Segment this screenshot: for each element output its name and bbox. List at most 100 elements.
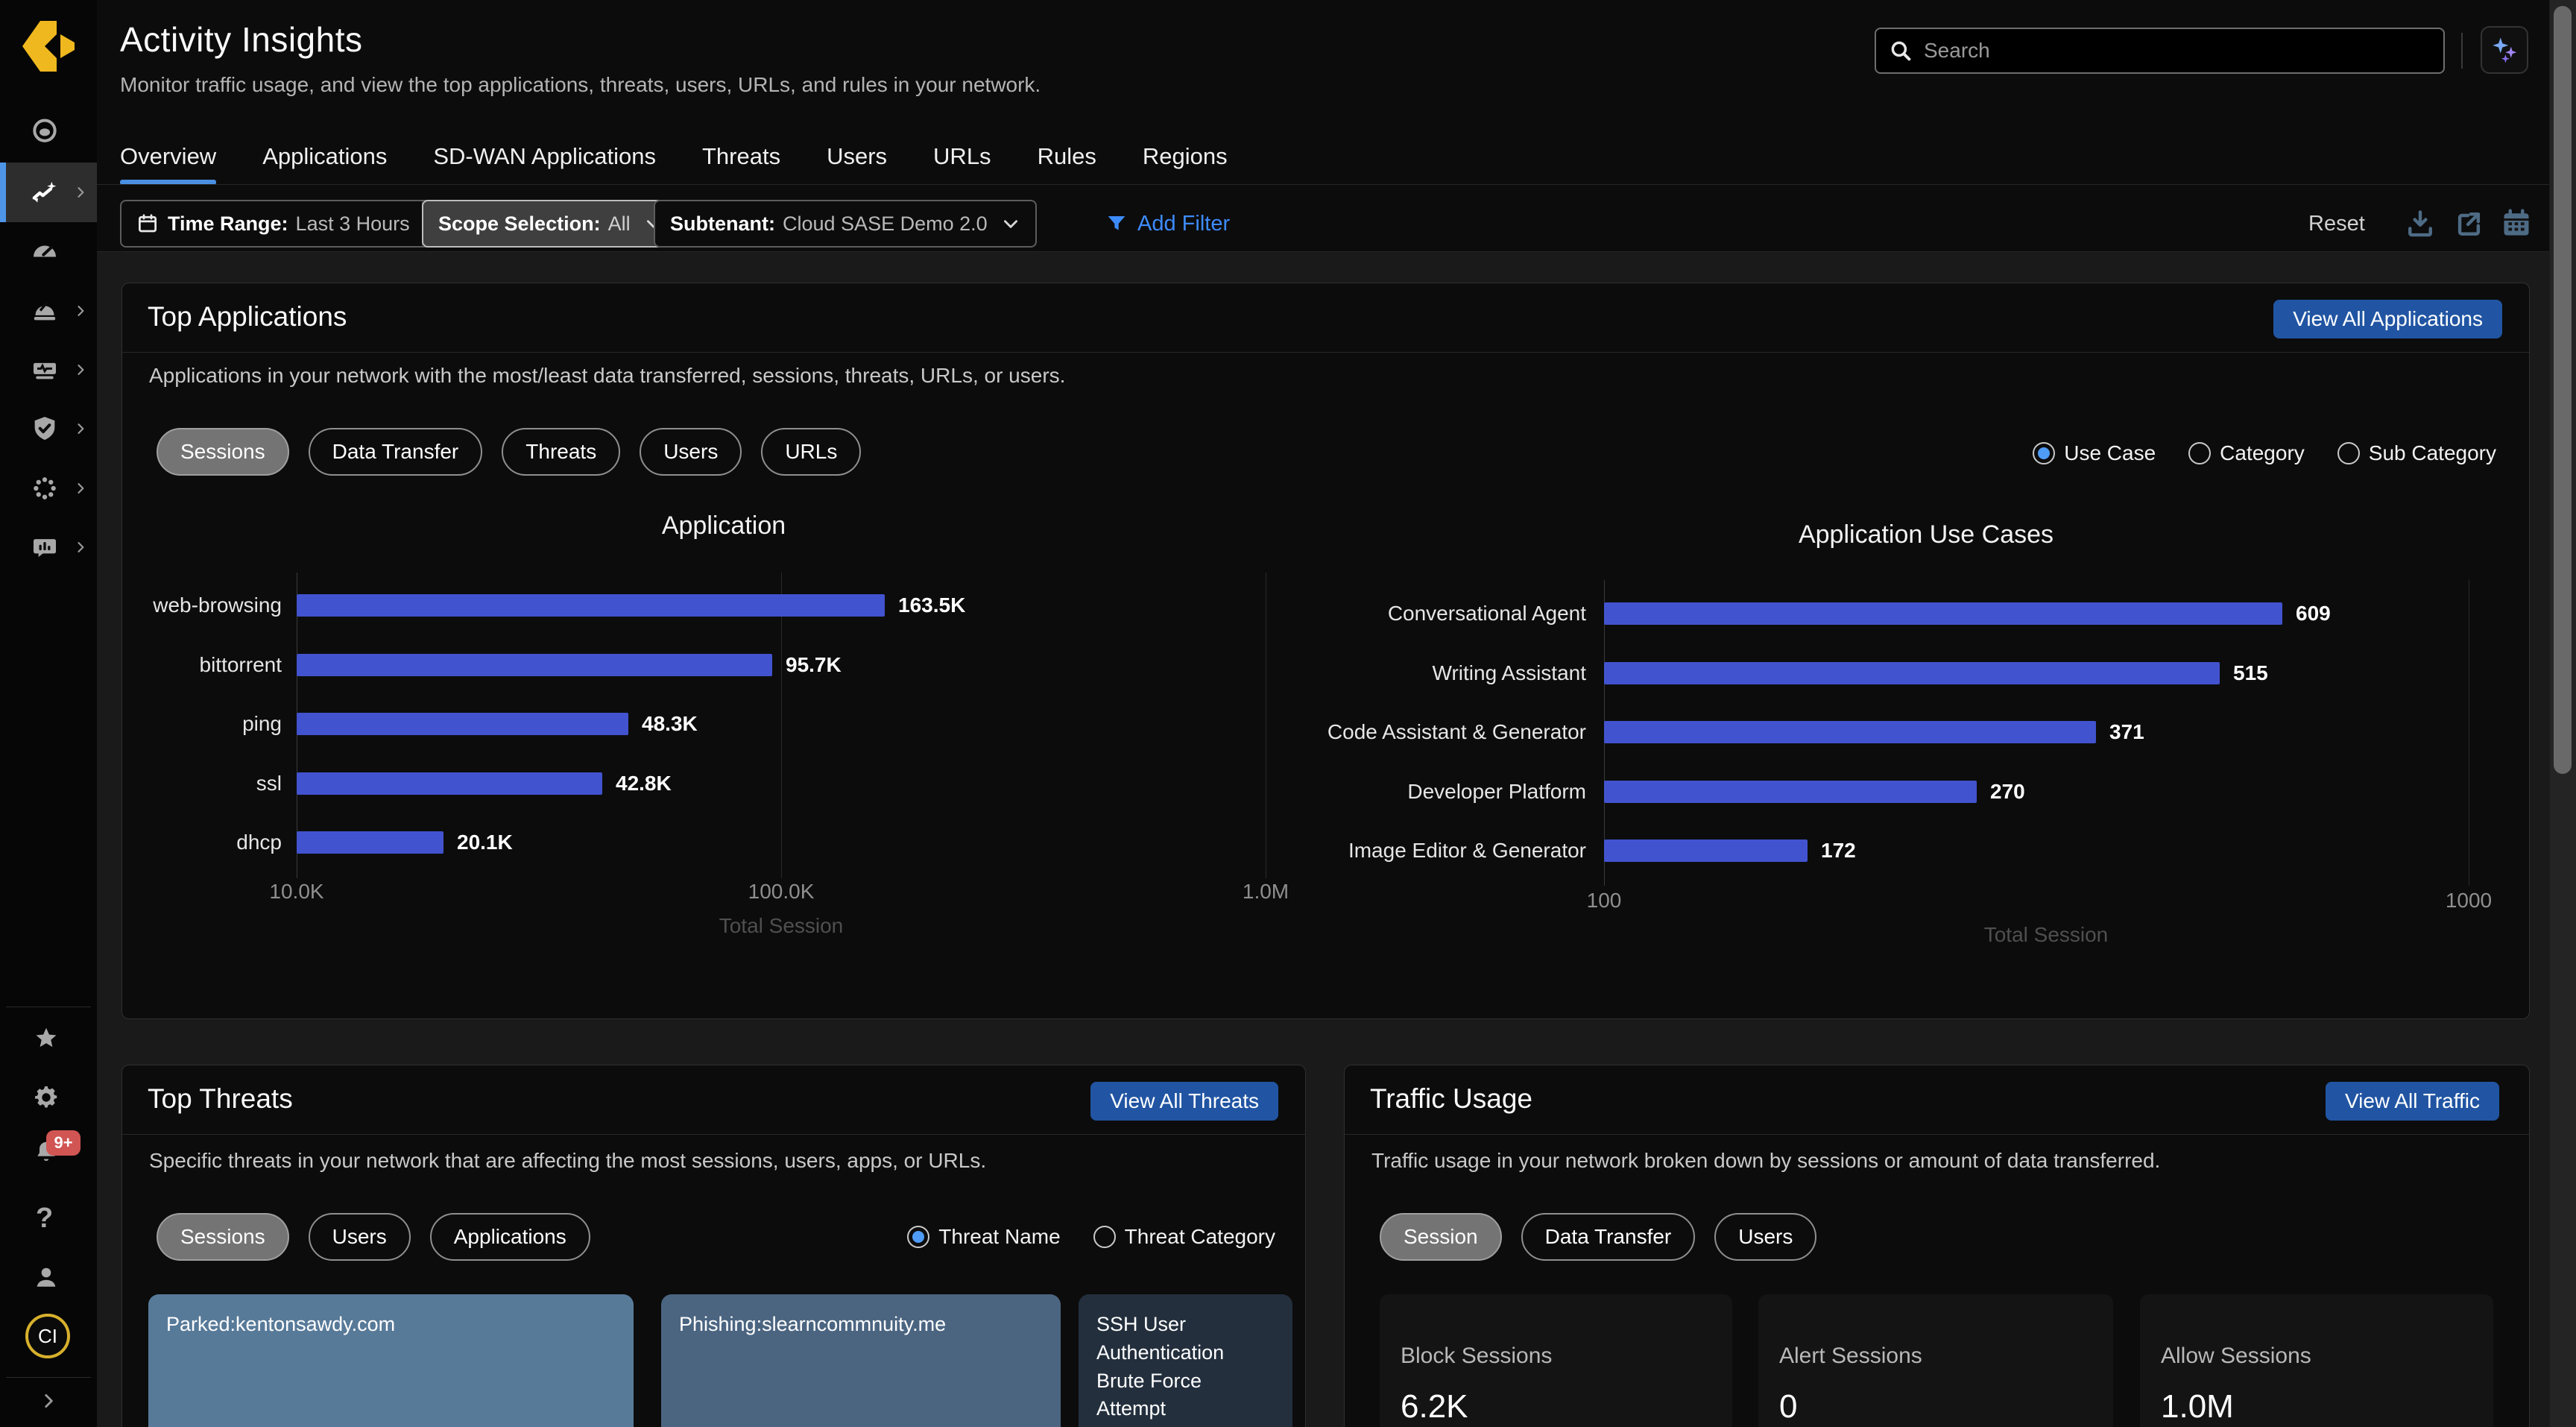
threats-toggle-users[interactable]: Users: [309, 1213, 411, 1261]
sidebar-item-activity-insights[interactable]: [0, 163, 97, 222]
tab-sd-wan-applications[interactable]: SD-WAN Applications: [433, 128, 656, 185]
target-icon: [30, 116, 60, 146]
chevron-right-icon: [73, 421, 88, 436]
sidebar-item-alerts[interactable]: [0, 281, 97, 341]
share-export-icon[interactable]: [2452, 207, 2485, 240]
treemap-block-2[interactable]: Phishing:slearncommnuity.me: [661, 1294, 1061, 1427]
threats-toggle-applications[interactable]: Applications: [430, 1213, 590, 1261]
bar-ping[interactable]: [297, 713, 628, 735]
appliance-icon: [30, 355, 60, 385]
tab-regions[interactable]: Regions: [1143, 128, 1228, 185]
apps-toggle-users[interactable]: Users: [640, 428, 742, 476]
tab-urls[interactable]: URLs: [933, 128, 991, 185]
gridline: [781, 573, 782, 878]
gauge-icon: [30, 236, 60, 266]
view-all-applications-button[interactable]: View All Applications: [2273, 300, 2502, 338]
bar-dhcp[interactable]: [297, 831, 443, 854]
chevron-right-icon: [73, 481, 88, 496]
brand-logo-icon[interactable]: [18, 16, 78, 76]
sidebar-item-workflows[interactable]: [0, 459, 97, 518]
x-tick-label: 10.0K: [215, 880, 379, 904]
sidebar-item-favorites[interactable]: [0, 1009, 97, 1068]
sidebar-item-security[interactable]: [0, 399, 97, 459]
apps-radio-sub-category[interactable]: Sub Category: [2337, 441, 2496, 465]
chart-title: Application: [463, 511, 985, 541]
sidebar-item-appliances[interactable]: [0, 340, 97, 400]
reset-button[interactable]: Reset: [2308, 200, 2365, 248]
subtenant-filter[interactable]: Subtenant: Cloud SASE Demo 2.0: [654, 200, 1037, 248]
activity-insights-screen: ? 9+ CI Activity Insights Monitor traffi…: [0, 0, 2576, 1427]
sidebar-expand-chevron-icon[interactable]: [39, 1391, 58, 1411]
sidebar-item-reports[interactable]: [0, 517, 97, 577]
apps-toggle-urls[interactable]: URLs: [761, 428, 861, 476]
sidebar-item-dashboards[interactable]: [0, 221, 97, 281]
bar-web-browsing[interactable]: [297, 594, 885, 617]
chevron-right-icon: [73, 303, 88, 318]
gauge-icon: [30, 236, 60, 266]
threats-radio-threat-category[interactable]: Threat Category: [1093, 1225, 1275, 1249]
sidebar-item-help[interactable]: ?: [0, 1188, 97, 1248]
chevron-down-icon: [1001, 214, 1020, 233]
stat-card-allow-sessions: Allow Sessions1.0M: [2140, 1294, 2493, 1427]
bar-conversational-agent[interactable]: [1604, 602, 2282, 625]
bar-code-assistant-generator[interactable]: [1604, 721, 2096, 743]
apps-toggle-sessions[interactable]: Sessions: [157, 428, 289, 476]
apps-toggle-data-transfer[interactable]: Data Transfer: [309, 428, 483, 476]
radio-dot: [1093, 1226, 1116, 1248]
treemap-block-3[interactable]: SSH User Authentication Brute Force Atte…: [1079, 1294, 1292, 1427]
stat-value: 6.2K: [1401, 1388, 1468, 1426]
card-description: Applications in your network with the mo…: [149, 364, 1065, 388]
scope-label: Scope Selection:: [438, 212, 601, 236]
avatar[interactable]: CI: [25, 1314, 70, 1358]
bar-ssl[interactable]: [297, 772, 602, 795]
bar-bittorrent[interactable]: [297, 654, 772, 676]
schedule-calendar-icon[interactable]: [2500, 207, 2533, 240]
star-icon: [33, 1025, 60, 1052]
bar-value-label: 20.1K: [457, 831, 513, 854]
search-input[interactable]: [1924, 39, 2431, 63]
activity-icon: [30, 177, 60, 207]
apps-toggle-threats[interactable]: Threats: [502, 428, 620, 476]
bar-value-label: 515: [2233, 662, 2268, 684]
dotted-circle-icon: [30, 473, 60, 503]
sidebar-item-monitor[interactable]: [0, 101, 97, 161]
treemap-block-1[interactable]: Parked:kentonsawdy.com: [148, 1294, 634, 1427]
view-all-traffic-button[interactable]: View All Traffic: [2326, 1082, 2499, 1121]
apps-radio-category[interactable]: Category: [2188, 441, 2305, 465]
top-applications-card: Top Applications View All Applications A…: [121, 283, 2530, 1019]
tab-applications[interactable]: Applications: [262, 128, 387, 185]
stat-label: Block Sessions: [1401, 1343, 1552, 1369]
bar-developer-platform[interactable]: [1604, 781, 1977, 803]
chevron-right-icon: [73, 421, 88, 436]
x-axis-title: Total Session: [1890, 923, 2203, 947]
sidebar-item-settings[interactable]: [0, 1068, 97, 1127]
threats-toggle-sessions[interactable]: Sessions: [157, 1213, 289, 1261]
tab-threats[interactable]: Threats: [702, 128, 780, 185]
tab-users[interactable]: Users: [827, 128, 887, 185]
filter-funnel-icon: [1105, 212, 1128, 236]
card-description: Traffic usage in your network broken dow…: [1371, 1149, 2160, 1173]
apps-radio-use-case[interactable]: Use Case: [2033, 441, 2156, 465]
chevron-right-icon: [73, 303, 88, 318]
traffic-toggle-data-transfer[interactable]: Data Transfer: [1521, 1213, 1696, 1261]
time-range-filter[interactable]: Time Range: Last 3 Hours ×: [120, 200, 474, 248]
bar-writing-assistant[interactable]: [1604, 662, 2220, 684]
tab-rules[interactable]: Rules: [1038, 128, 1096, 185]
traffic-toggle-session[interactable]: Session: [1380, 1213, 1502, 1261]
x-tick-label: 100: [1522, 889, 1686, 913]
time-range-label: Time Range:: [168, 212, 288, 236]
scope-selection-filter[interactable]: Scope Selection: All: [422, 200, 680, 248]
bar-image-editor-generator[interactable]: [1604, 839, 1808, 862]
sidebar-item-profile[interactable]: [0, 1247, 97, 1307]
tab-overview[interactable]: Overview: [120, 128, 216, 185]
ai-copilot-button[interactable]: [2481, 26, 2528, 74]
top-threats-card: Top Threats View All Threats Specific th…: [121, 1065, 1306, 1427]
threats-radio-threat-name[interactable]: Threat Name: [907, 1225, 1060, 1249]
card-title: Traffic Usage: [1370, 1083, 1532, 1115]
traffic-toggle-users[interactable]: Users: [1714, 1213, 1816, 1261]
add-filter-button[interactable]: Add Filter: [1105, 200, 1230, 248]
page-scrollbar-thumb[interactable]: [2554, 6, 2572, 774]
target-icon: [30, 116, 60, 146]
view-all-threats-button[interactable]: View All Threats: [1090, 1082, 1278, 1121]
download-icon[interactable]: [2404, 207, 2437, 240]
